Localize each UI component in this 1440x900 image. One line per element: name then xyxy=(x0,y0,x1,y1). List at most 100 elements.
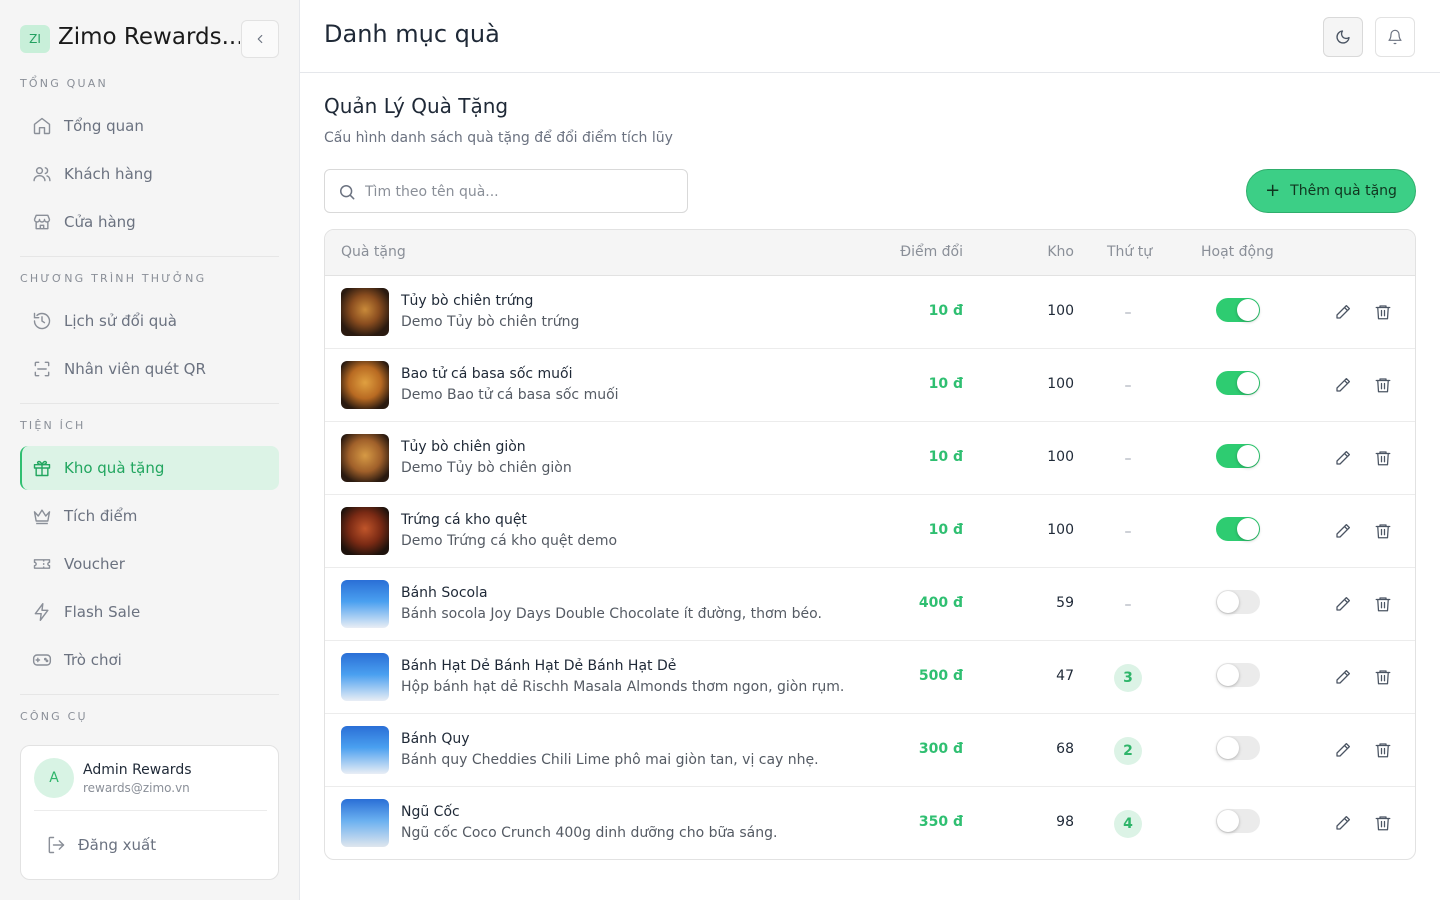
trash-icon xyxy=(1375,524,1391,539)
chevron-left-icon xyxy=(257,34,263,44)
gift-thumbnail xyxy=(341,799,389,847)
table-row: Ngũ Cốc Ngũ cốc Coco Crunch 400g dinh dưỡ… xyxy=(325,787,1415,859)
edit-button[interactable] xyxy=(1333,594,1353,614)
plus-icon: + xyxy=(1265,180,1281,201)
add-gift-button[interactable]: + Thêm quà tặng xyxy=(1246,169,1416,213)
edit-button[interactable] xyxy=(1333,667,1353,687)
gift-order: – xyxy=(1124,524,1132,540)
edit-button[interactable] xyxy=(1333,740,1353,760)
home-icon xyxy=(32,116,52,136)
pencil-icon xyxy=(1336,669,1351,684)
ticket-icon xyxy=(32,554,52,574)
active-toggle[interactable] xyxy=(1216,444,1260,468)
gift-order: – xyxy=(1124,597,1132,613)
gift-description: Demo Bao tử cá basa sốc muối xyxy=(401,387,619,403)
brand-logo: ZI xyxy=(20,25,50,53)
gift-icon xyxy=(32,458,52,478)
column-header-active: Hoạt động xyxy=(1201,244,1274,260)
active-toggle[interactable] xyxy=(1216,517,1260,541)
gift-stock: 100 xyxy=(1047,449,1074,465)
column-header-stock: Kho xyxy=(1047,244,1074,260)
edit-button[interactable] xyxy=(1333,302,1353,322)
delete-button[interactable] xyxy=(1373,594,1393,614)
gift-description: Hộp bánh hạt dẻ Rischh Masala Almonds th… xyxy=(401,679,845,695)
history-icon xyxy=(32,311,52,331)
edit-button[interactable] xyxy=(1333,375,1353,395)
sidebar-item-customers[interactable]: Khách hàng xyxy=(20,152,279,196)
logout-label: Đăng xuất xyxy=(78,836,157,854)
gift-thumbnail xyxy=(341,726,389,774)
trash-icon xyxy=(1375,816,1391,831)
gift-name: Ngũ Cốc xyxy=(401,804,460,820)
sidebar-item-voucher[interactable]: Voucher xyxy=(20,542,279,586)
active-toggle[interactable] xyxy=(1216,298,1260,322)
edit-button[interactable] xyxy=(1333,521,1353,541)
edit-button[interactable] xyxy=(1333,448,1353,468)
bell-icon xyxy=(1388,29,1402,45)
delete-button[interactable] xyxy=(1373,740,1393,760)
trash-icon xyxy=(1375,305,1391,320)
collapse-sidebar-button[interactable] xyxy=(241,20,279,58)
sidebar-item-stores[interactable]: Cửa hàng xyxy=(20,200,279,244)
active-toggle[interactable] xyxy=(1216,736,1260,760)
theme-toggle-button[interactable] xyxy=(1323,17,1363,57)
sidebar-item-gift-stock[interactable]: Kho quà tặng xyxy=(20,446,279,490)
gift-stock: 100 xyxy=(1047,376,1074,392)
gift-points: 10 đ xyxy=(928,522,963,538)
delete-button[interactable] xyxy=(1373,521,1393,541)
gift-stock: 100 xyxy=(1047,522,1074,538)
gift-name: Trứng cá kho quệt xyxy=(401,512,527,528)
sidebar-item-label: Kho quà tặng xyxy=(64,459,165,477)
gift-thumbnail xyxy=(341,434,389,482)
table-row: Bánh Socola Bánh socola Joy Days Double C… xyxy=(325,568,1415,641)
active-toggle[interactable] xyxy=(1216,371,1260,395)
sidebar-item-overview[interactable]: Tổng quan xyxy=(20,104,279,148)
sidebar-item-label: Khách hàng xyxy=(64,165,153,183)
table-row: Trứng cá kho quệt Demo Trứng cá kho quệt … xyxy=(325,495,1415,568)
notifications-button[interactable] xyxy=(1375,17,1415,57)
delete-button[interactable] xyxy=(1373,375,1393,395)
user-card: A Admin Rewards rewards@zimo.vn Đăng xuấ… xyxy=(20,745,279,880)
section-label-utilities: TIỆN ÍCH xyxy=(20,419,86,432)
gift-name: Tủy bò chiên trứng xyxy=(401,293,534,309)
column-header-points: Điểm đổi xyxy=(900,244,963,260)
sidebar-item-label: Tổng quan xyxy=(64,117,144,135)
edit-button[interactable] xyxy=(1333,813,1353,833)
sidebar-item-flash-sale[interactable]: Flash Sale xyxy=(20,590,279,634)
gift-order-badge: 3 xyxy=(1114,664,1142,692)
trash-icon xyxy=(1375,451,1391,466)
sidebar-item-redeem-history[interactable]: Lịch sử đổi quà xyxy=(20,299,279,343)
sidebar-item-games[interactable]: Trò chơi xyxy=(20,638,279,682)
table-row: Tủy bò chiên giòn Demo Tủy bò chiên giòn 1… xyxy=(325,422,1415,495)
divider xyxy=(20,403,279,404)
gift-description: Demo Tủy bò chiên trứng xyxy=(401,314,580,330)
active-toggle[interactable] xyxy=(1216,663,1260,687)
active-toggle[interactable] xyxy=(1216,809,1260,833)
delete-button[interactable] xyxy=(1373,448,1393,468)
delete-button[interactable] xyxy=(1373,667,1393,687)
active-toggle[interactable] xyxy=(1216,590,1260,614)
logout-button[interactable]: Đăng xuất xyxy=(34,824,267,866)
gift-points: 10 đ xyxy=(928,449,963,465)
table-row: Bánh Quy Bánh quy Cheddies Chili Lime phô… xyxy=(325,714,1415,787)
delete-button[interactable] xyxy=(1373,813,1393,833)
gift-name: Tủy bò chiên giòn xyxy=(401,439,526,455)
add-gift-label: Thêm quà tặng xyxy=(1290,183,1397,199)
sidebar: ZI Zimo Rewards... TỔNG QUAN Tổng quan K… xyxy=(0,0,300,900)
trash-icon xyxy=(1375,597,1391,612)
delete-button[interactable] xyxy=(1373,302,1393,322)
divider xyxy=(20,256,279,257)
gift-name: Bánh Quy xyxy=(401,731,470,747)
toggle-knob xyxy=(1237,518,1259,540)
toggle-knob xyxy=(1217,810,1239,832)
sidebar-item-qr-staff[interactable]: Nhân viên quét QR xyxy=(20,347,279,391)
gift-name: Bao tử cá basa sốc muối xyxy=(401,366,573,382)
section-label-tools: CÔNG CỤ xyxy=(20,710,88,723)
gift-thumbnail xyxy=(341,580,389,628)
sidebar-item-label: Lịch sử đổi quà xyxy=(64,312,177,330)
sidebar-item-label: Cửa hàng xyxy=(64,213,136,231)
search-input[interactable] xyxy=(365,180,675,204)
sidebar-item-points[interactable]: Tích điểm xyxy=(20,494,279,538)
sidebar-item-label: Flash Sale xyxy=(64,603,141,621)
logout-icon xyxy=(46,835,66,855)
